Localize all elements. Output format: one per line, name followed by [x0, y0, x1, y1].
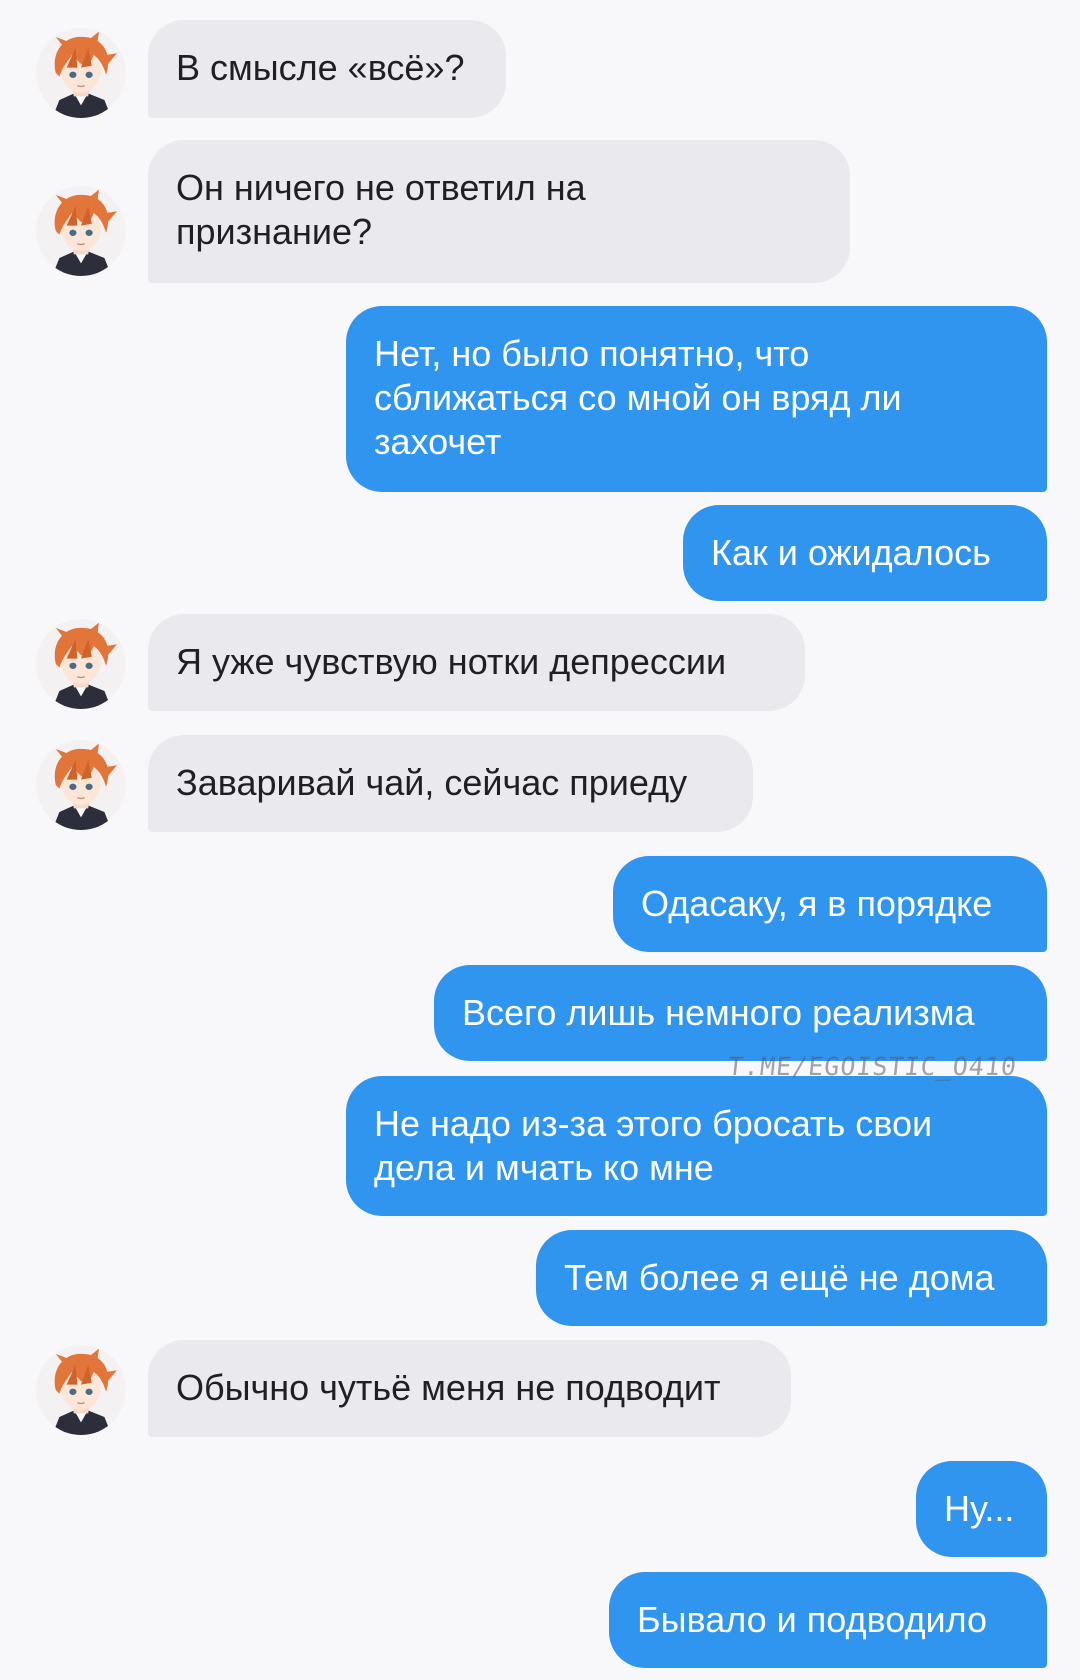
outgoing-message-bubble[interactable]: Одасаку, я в порядке: [613, 856, 1047, 952]
watermark: T.ME/EGOISTIC_O410: [726, 1052, 1019, 1081]
outgoing-message-bubble[interactable]: Не надо из-за этого бросать свои дела и …: [346, 1076, 1047, 1216]
contact-avatar[interactable]: [36, 740, 126, 830]
incoming-message-bubble[interactable]: Я уже чувствую нотки депрессии: [148, 614, 805, 711]
avatar-orange-haired-character-icon: [36, 186, 126, 276]
incoming-message-bubble[interactable]: Заваривай чай, сейчас приеду: [148, 735, 753, 832]
contact-avatar[interactable]: [36, 1345, 126, 1435]
outgoing-message-bubble[interactable]: Нет, но было понятно, что сближаться со …: [346, 306, 1047, 492]
outgoing-message-bubble[interactable]: Бывало и подводило: [609, 1572, 1047, 1668]
avatar-orange-haired-character-icon: [36, 619, 126, 709]
avatar-orange-haired-character-icon: [36, 740, 126, 830]
contact-avatar[interactable]: [36, 28, 126, 118]
incoming-message-bubble[interactable]: В смысле «всё»?: [148, 20, 506, 118]
contact-avatar[interactable]: [36, 186, 126, 276]
chat-thread[interactable]: В смысле «всё»? Он ничего не ответил на …: [0, 0, 1080, 1680]
incoming-message-bubble[interactable]: Он ничего не ответил на признание?: [148, 140, 850, 283]
avatar-orange-haired-character-icon: [36, 1345, 126, 1435]
avatar-orange-haired-character-icon: [36, 28, 126, 118]
contact-avatar[interactable]: [36, 619, 126, 709]
outgoing-message-bubble[interactable]: Тем более я ещё не дома: [536, 1230, 1047, 1326]
outgoing-message-bubble[interactable]: Как и ожидалось: [683, 505, 1047, 601]
incoming-message-bubble[interactable]: Обычно чутьё меня не подводит: [148, 1340, 791, 1437]
outgoing-message-bubble[interactable]: Всего лишь немного реализма: [434, 965, 1047, 1061]
outgoing-message-bubble[interactable]: Ну...: [916, 1461, 1047, 1557]
